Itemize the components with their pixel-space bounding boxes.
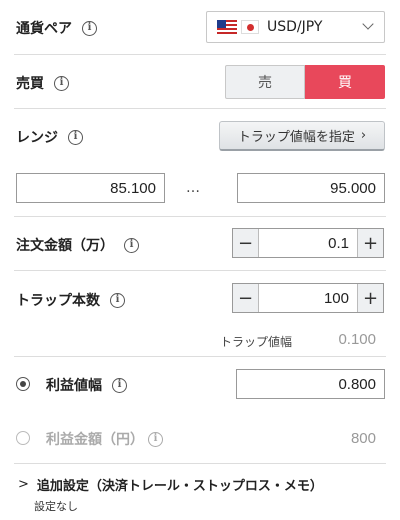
info-icon[interactable]: i	[112, 377, 127, 393]
profit-width-radio[interactable]	[16, 377, 30, 391]
us-flag-icon	[217, 20, 237, 34]
divider	[14, 54, 386, 55]
advanced-settings-status: 設定なし	[34, 500, 78, 513]
trap-count-stepper[interactable]: − 100 +	[232, 283, 384, 313]
trap-width-specify-button[interactable]: トラップ値幅を指定 ›	[219, 121, 385, 151]
divider	[14, 356, 386, 357]
profit-amount-radio[interactable]	[16, 431, 30, 445]
currency-pair-select[interactable]: USD/JPY	[206, 11, 385, 43]
trap-count-label: トラップ本数 i	[16, 290, 125, 310]
divider	[14, 216, 386, 217]
trap-count-input[interactable]: 100	[259, 284, 357, 312]
profit-amount-value: 800	[350, 430, 376, 447]
trap-count-increment-button[interactable]: +	[357, 284, 383, 312]
trap-width-label: トラップ値幅	[220, 335, 293, 349]
amount-decrement-button[interactable]: −	[233, 229, 259, 257]
amount-increment-button[interactable]: +	[357, 229, 383, 257]
amount-label: 注文金額（万） i	[16, 235, 139, 255]
currency-pair-value: USD/JPY	[267, 19, 323, 35]
chevron-right-icon: >	[18, 477, 29, 492]
range-label: レンジ i	[16, 127, 83, 147]
info-icon[interactable]: i	[82, 20, 97, 36]
amount-input[interactable]: 0.1	[259, 229, 357, 257]
buy-button[interactable]: 買	[305, 65, 385, 99]
chevron-right-icon: ›	[360, 128, 367, 143]
advanced-settings-toggle[interactable]: > 追加設定（決済トレール・ストップロス・メモ）	[18, 475, 323, 494]
profit-width-input[interactable]: 0.800	[236, 369, 385, 399]
divider	[14, 108, 386, 109]
divider	[14, 270, 386, 271]
info-icon[interactable]: i	[110, 292, 125, 308]
amount-stepper[interactable]: − 0.1 +	[232, 228, 384, 258]
info-icon[interactable]: i	[68, 129, 83, 145]
chevron-down-icon	[362, 18, 374, 30]
range-separator: …	[186, 180, 201, 196]
trap-width-value: 0.100	[338, 331, 376, 348]
jp-flag-icon	[241, 20, 259, 34]
divider	[14, 463, 386, 464]
sell-button[interactable]: 売	[225, 65, 305, 99]
range-low-input[interactable]: 85.100	[16, 173, 165, 203]
trap-count-decrement-button[interactable]: −	[233, 284, 259, 312]
profit-width-label: 利益値幅 i	[46, 375, 127, 395]
range-high-input[interactable]: 95.000	[237, 173, 385, 203]
side-label: 売買 i	[16, 73, 69, 93]
info-icon[interactable]: i	[54, 75, 69, 91]
profit-amount-label: 利益金額（円） i	[46, 429, 163, 449]
info-icon[interactable]: i	[148, 431, 163, 447]
info-icon[interactable]: i	[124, 237, 139, 253]
pair-label: 通貨ペア i	[16, 18, 97, 38]
